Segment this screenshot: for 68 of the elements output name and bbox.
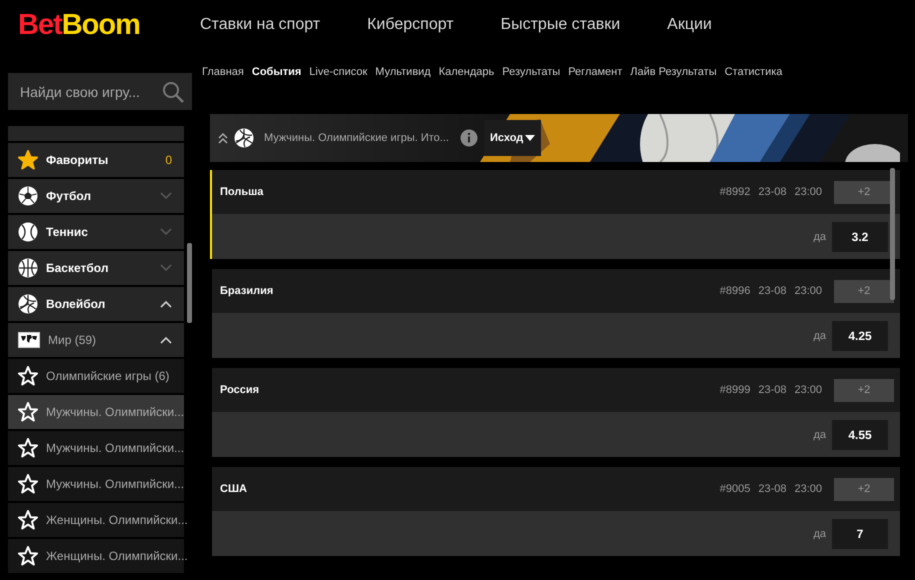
nav-link[interactable]: Киберспорт: [367, 16, 454, 34]
event-time: 23:00: [794, 483, 822, 495]
team-name: США: [220, 483, 248, 495]
info-icon[interactable]: [460, 129, 478, 147]
collapse-icon[interactable]: [218, 132, 228, 144]
sidebar-item[interactable]: Мир (59): [8, 323, 184, 359]
nav-link[interactable]: Акции: [667, 16, 712, 34]
sidebar-item[interactable]: Футбол: [8, 179, 184, 215]
outcome-label: да: [813, 230, 826, 242]
odds-button[interactable]: 4.25: [832, 320, 888, 350]
logo[interactable]: BetBoom: [18, 8, 200, 42]
search-icon[interactable]: [162, 80, 184, 102]
tennis-ball-icon: [18, 222, 38, 242]
search-field[interactable]: Найди свою игру...: [8, 73, 192, 110]
team-name: Россия: [220, 384, 260, 396]
event-id: #8992: [720, 186, 750, 198]
event-date: 23-08: [758, 483, 786, 495]
volleyball-ball-icon: [234, 128, 254, 148]
sub-nav-link[interactable]: Лайв Результаты: [630, 66, 717, 78]
nav-link[interactable]: Ставки на спорт: [200, 16, 320, 34]
sidebar-item[interactable]: Волейбол: [8, 287, 184, 323]
event-id: #8999: [720, 384, 750, 396]
odds-button[interactable]: 7: [832, 518, 888, 548]
chevron-up-icon[interactable]: [160, 300, 172, 308]
market-dropdown[interactable]: Исход: [484, 120, 542, 156]
event-date: 23-08: [758, 384, 786, 396]
odds-button[interactable]: 3.2: [832, 222, 888, 252]
sub-nav-link[interactable]: Результаты: [502, 66, 560, 78]
volleyball-ball-icon: [18, 294, 38, 314]
caret-icon: [525, 135, 536, 141]
sub-nav-link[interactable]: Live-список: [309, 66, 368, 78]
favorites-count: 0: [165, 153, 172, 167]
sub-nav-link[interactable]: Главная: [202, 66, 244, 78]
star-icon[interactable]: [18, 150, 38, 170]
league-title: Мужчины. Олимпийские игры. Ито...: [264, 132, 450, 144]
soccer-ball-icon: [18, 186, 38, 206]
sub-nav-link[interactable]: Статистика: [724, 66, 782, 78]
outcome-label: да: [813, 428, 826, 440]
scrollbar[interactable]: [890, 168, 895, 300]
scrollbar[interactable]: [187, 243, 192, 323]
sidebar-item[interactable]: Мужчины. Олимпийски...: [8, 431, 184, 467]
sidebar-item[interactable]: Баскетбол: [8, 251, 184, 287]
event-id: #9005: [720, 483, 750, 495]
outcome-label: да: [813, 330, 826, 342]
chevron-up-icon[interactable]: [160, 336, 172, 344]
event-time: 23:00: [794, 186, 822, 198]
event-time: 23:00: [794, 384, 822, 396]
search-input[interactable]: Найди свою игру...: [18, 82, 162, 100]
world-map-icon: [18, 332, 40, 348]
event-time: 23:00: [794, 285, 822, 297]
event-date: 23-08: [758, 186, 786, 198]
team-name: Бразилия: [220, 285, 274, 297]
sidebar-item[interactable]: Олимпийские игры (6): [8, 359, 184, 395]
nav-link[interactable]: Быстрые ставки: [500, 16, 620, 34]
sub-nav-link[interactable]: Регламент: [568, 66, 622, 78]
sidebar-item[interactable]: Мужчины. Олимпийски...: [8, 467, 184, 503]
sub-nav-link[interactable]: Календарь: [438, 66, 494, 78]
sub-nav-link[interactable]: Мультивид: [375, 66, 431, 78]
sidebar-item[interactable]: Теннис: [8, 215, 184, 251]
odds-button[interactable]: 4.55: [832, 420, 888, 450]
outcome-label: да: [813, 528, 826, 540]
event-date: 23-08: [758, 285, 786, 297]
event-id: #8996: [720, 285, 750, 297]
sidebar-item[interactable]: Мужчины. Олимпийски...: [8, 395, 184, 431]
basketball-ball-icon: [18, 258, 38, 278]
sidebar-item[interactable]: Фавориты 0: [8, 143, 184, 179]
sub-nav-link[interactable]: События: [252, 66, 302, 78]
team-name: Польша: [220, 186, 264, 198]
